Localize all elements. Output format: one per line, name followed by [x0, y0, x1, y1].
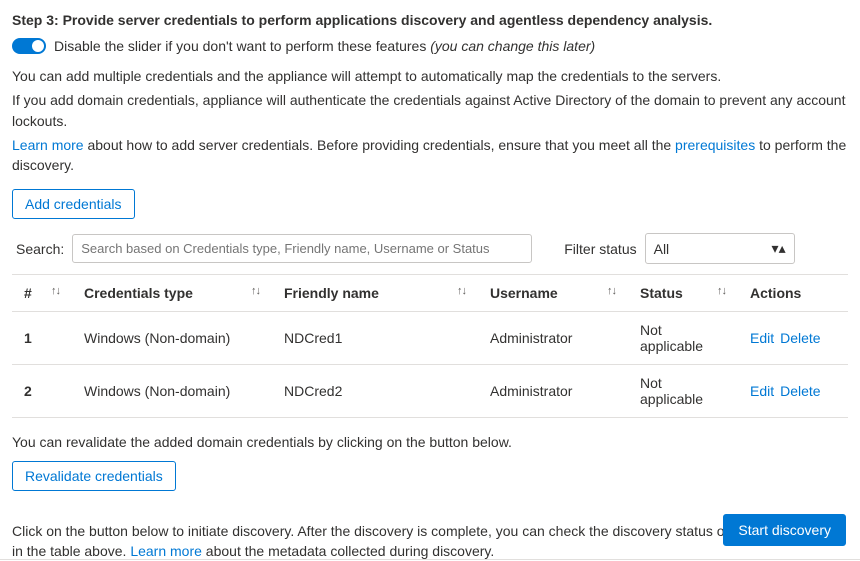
- delete-link[interactable]: Delete: [780, 330, 820, 346]
- search-filter-row: Search: Filter status All ▾▴: [12, 233, 848, 264]
- intro-line-1: You can add multiple credentials and the…: [12, 66, 848, 86]
- select-updown-icon: ▾▴: [772, 240, 786, 257]
- table-row: 1 Windows (Non-domain) NDCred1 Administr…: [12, 312, 848, 365]
- toggle-label: Disable the slider if you don't want to …: [54, 38, 595, 54]
- th-num-label: #: [24, 285, 32, 301]
- search-label: Search:: [16, 241, 64, 257]
- filter-status-label: Filter status: [564, 241, 636, 257]
- discovery-text-post: about the metadata collected during disc…: [202, 543, 494, 559]
- th-type[interactable]: Credentials type ↑↓: [72, 275, 272, 312]
- cell-username: Administrator: [478, 312, 628, 365]
- footer: Start discovery: [723, 514, 846, 546]
- prerequisites-link[interactable]: prerequisites: [675, 137, 755, 153]
- cell-actions: Edit Delete: [738, 365, 848, 418]
- cell-num: 2: [12, 365, 72, 418]
- revalidate-text: You can revalidate the added domain cred…: [12, 432, 848, 452]
- revalidate-credentials-button[interactable]: Revalidate credentials: [12, 461, 176, 491]
- edit-link[interactable]: Edit: [750, 330, 774, 346]
- toggle-row: Disable the slider if you don't want to …: [12, 38, 848, 54]
- toggle-knob: [32, 40, 44, 52]
- step-title: Step 3: Provide server credentials to pe…: [12, 12, 848, 28]
- cell-type: Windows (Non-domain): [72, 312, 272, 365]
- cell-type: Windows (Non-domain): [72, 365, 272, 418]
- intro-line-3: Learn more about how to add server crede…: [12, 135, 848, 176]
- th-friendly[interactable]: Friendly name ↑↓: [272, 275, 478, 312]
- cell-num: 1: [12, 312, 72, 365]
- sort-icon[interactable]: ↑↓: [457, 285, 466, 297]
- intro-line-2: If you add domain credentials, appliance…: [12, 90, 848, 131]
- toggle-label-em: (you can change this later): [430, 38, 595, 54]
- credentials-table: # ↑↓ Credentials type ↑↓ Friendly name ↑↓ U…: [12, 274, 848, 418]
- th-num[interactable]: # ↑↓: [12, 275, 72, 312]
- th-username[interactable]: Username ↑↓: [478, 275, 628, 312]
- th-friendly-label: Friendly name: [284, 285, 379, 301]
- table-row: 2 Windows (Non-domain) NDCred2 Administr…: [12, 365, 848, 418]
- sort-icon[interactable]: ↑↓: [717, 285, 726, 297]
- sort-icon[interactable]: ↑↓: [607, 285, 616, 297]
- table-header-row: # ↑↓ Credentials type ↑↓ Friendly name ↑↓ U…: [12, 275, 848, 312]
- cell-friendly: NDCred2: [272, 365, 478, 418]
- start-discovery-button[interactable]: Start discovery: [723, 514, 846, 546]
- learn-more-metadata-link[interactable]: Learn more: [130, 543, 202, 559]
- learn-more-credentials-link[interactable]: Learn more: [12, 137, 84, 153]
- cell-status: Not applicable: [628, 312, 738, 365]
- th-actions: Actions: [738, 275, 848, 312]
- th-status[interactable]: Status ↑↓: [628, 275, 738, 312]
- toggle-label-text: Disable the slider if you don't want to …: [54, 38, 430, 54]
- intro-line-3a: about how to add server credentials. Bef…: [84, 137, 675, 153]
- feature-toggle[interactable]: [12, 38, 46, 54]
- th-type-label: Credentials type: [84, 285, 193, 301]
- cell-username: Administrator: [478, 365, 628, 418]
- cell-status: Not applicable: [628, 365, 738, 418]
- th-status-label: Status: [640, 285, 683, 301]
- th-username-label: Username: [490, 285, 558, 301]
- sort-icon[interactable]: ↑↓: [251, 285, 260, 297]
- filter-status-select[interactable]: All ▾▴: [645, 233, 795, 264]
- search-input[interactable]: [72, 234, 532, 263]
- add-credentials-button[interactable]: Add credentials: [12, 189, 135, 219]
- delete-link[interactable]: Delete: [780, 383, 820, 399]
- edit-link[interactable]: Edit: [750, 383, 774, 399]
- filter-status-value: All: [654, 241, 670, 257]
- sort-icon[interactable]: ↑↓: [51, 285, 60, 297]
- cell-friendly: NDCred1: [272, 312, 478, 365]
- cell-actions: Edit Delete: [738, 312, 848, 365]
